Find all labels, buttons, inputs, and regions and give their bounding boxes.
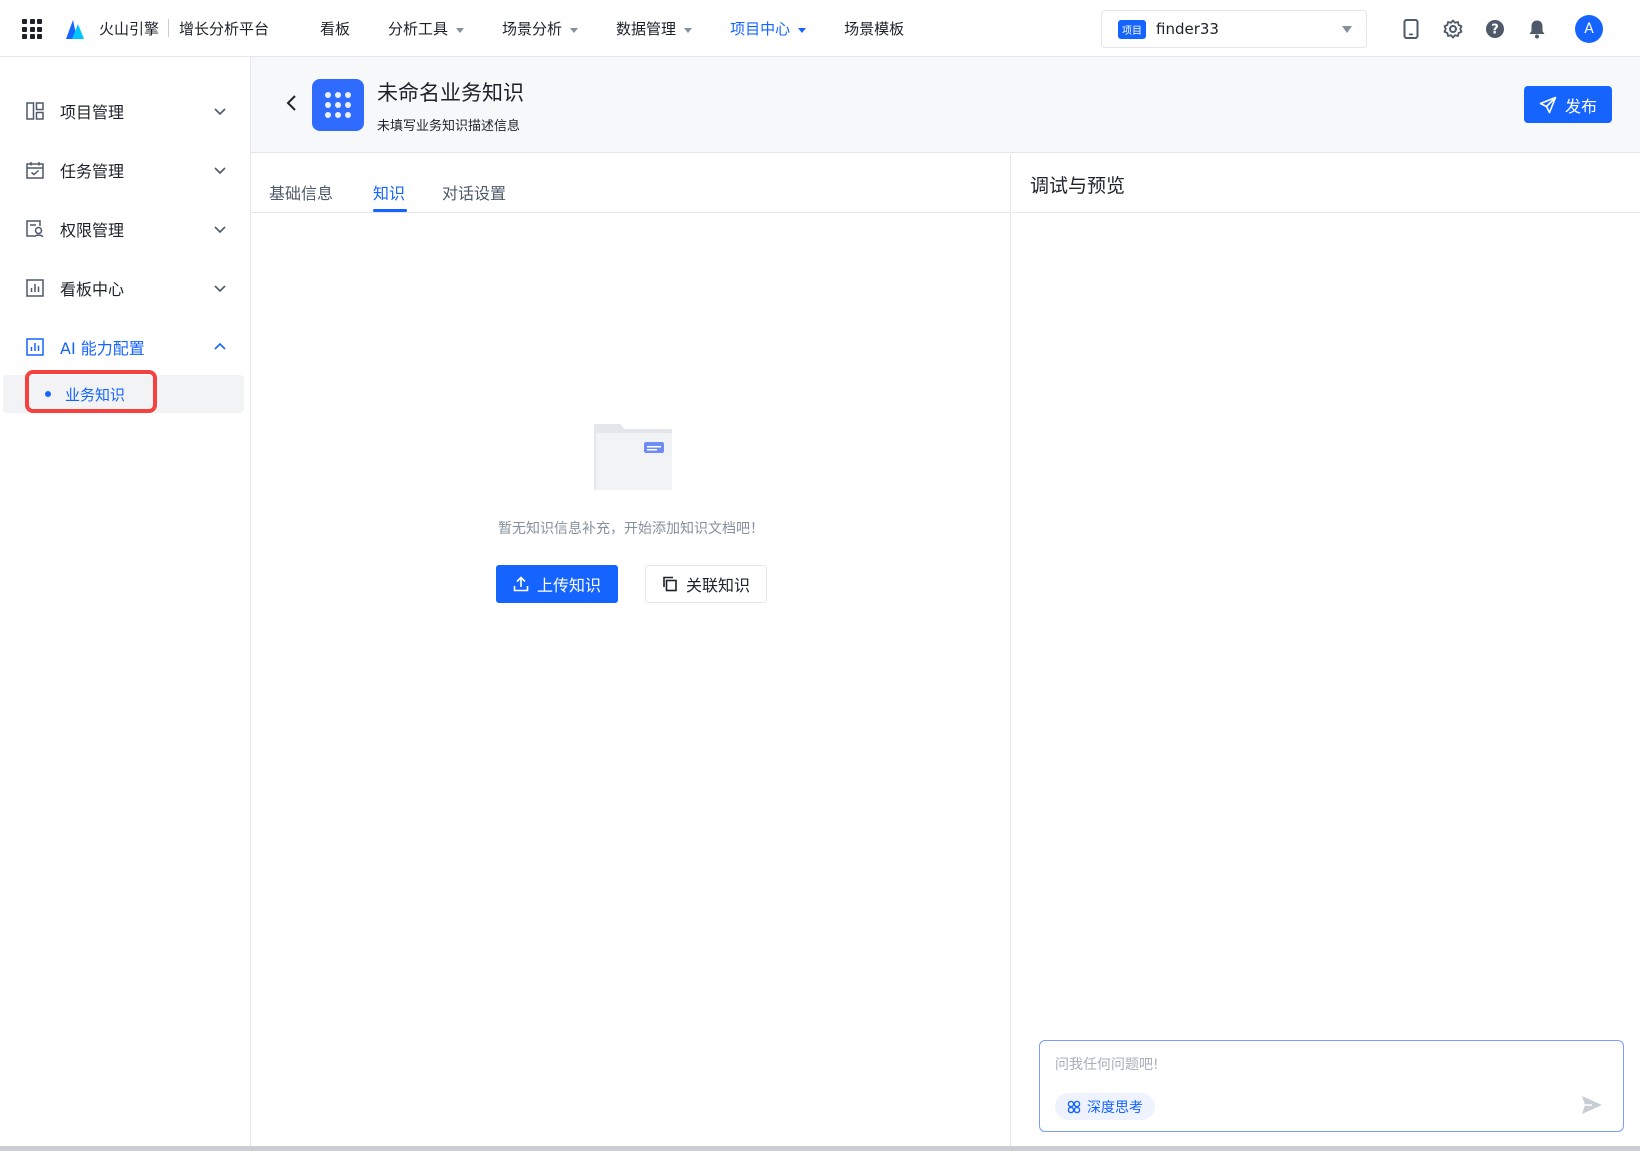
calendar-icon	[25, 161, 44, 180]
chart-icon	[25, 279, 44, 298]
page-description: 未填写业务知识描述信息	[377, 119, 521, 134]
volcano-logo	[66, 20, 84, 39]
layout-icon	[25, 102, 44, 121]
nav-analysis-tools[interactable]: 分析工具	[388, 18, 465, 39]
deep-think-label: 深度思考	[1087, 1099, 1143, 1116]
apps-grid-icon[interactable]	[22, 19, 42, 39]
knowledge-app-icon	[312, 79, 364, 131]
nav-scene-analysis[interactable]: 场景分析	[502, 18, 579, 39]
page-header: 未命名业务知识 未填写业务知识描述信息 发布	[251, 57, 1640, 153]
debug-preview-pane: 调试与预览 深度思考	[1012, 154, 1640, 1146]
empty-folder-icon	[594, 424, 672, 490]
chevron-down-icon	[214, 108, 226, 116]
copy-icon	[663, 576, 677, 592]
user-avatar[interactable]: A	[1575, 15, 1603, 43]
chevron-up-icon	[214, 342, 226, 350]
chat-composer: 深度思考	[1039, 1040, 1624, 1132]
nav-scene-templates[interactable]: 场景模板	[844, 18, 904, 39]
back-arrow-icon[interactable]	[282, 93, 302, 113]
tab-bar: 基础信息 知识 对话设置	[251, 154, 1011, 213]
chevron-down-icon	[214, 167, 226, 175]
preview-title: 调试与预览	[1030, 175, 1126, 197]
caret-down-icon	[570, 27, 579, 33]
preview-header: 调试与预览	[1012, 154, 1640, 213]
mobile-icon[interactable]	[1400, 18, 1422, 40]
sidebar-item-dashboard-center[interactable]: 看板中心	[0, 268, 250, 308]
tab-basic-info[interactable]: 基础信息	[269, 180, 333, 204]
nav-data-management[interactable]: 数据管理	[616, 18, 693, 39]
caret-down-icon	[684, 27, 693, 33]
top-bar: 火山引擎 增长分析平台 看板 分析工具 场景分析 数据管理 项目中心 场景模板 …	[0, 0, 1640, 57]
caret-down-icon	[1342, 25, 1352, 33]
tab-dialog-settings[interactable]: 对话设置	[442, 180, 506, 204]
sidebar-item-project-management[interactable]: 项目管理	[0, 91, 250, 131]
brand-divider	[168, 19, 169, 37]
highlight-annotation	[25, 370, 157, 413]
upload-icon	[513, 576, 529, 592]
page-title: 未命名业务知识	[377, 81, 524, 105]
caret-down-icon	[456, 27, 465, 33]
publish-button-label: 发布	[1564, 96, 1597, 116]
active-tab-indicator	[373, 209, 407, 212]
deep-think-toggle[interactable]: 深度思考	[1055, 1093, 1155, 1120]
publish-button[interactable]: 发布	[1524, 86, 1612, 123]
project-selector[interactable]: 项目 finder33	[1101, 10, 1367, 48]
tab-knowledge[interactable]: 知识	[373, 180, 405, 204]
main-nav: 看板 分析工具 场景分析 数据管理 项目中心 场景模板	[320, 0, 942, 57]
nav-dashboard[interactable]: 看板	[320, 18, 350, 39]
project-badge: 项目	[1118, 19, 1146, 39]
sidebar-item-permission-management[interactable]: 权限管理	[0, 209, 250, 249]
window-bottom-edge	[0, 1146, 1640, 1151]
send-icon	[1539, 96, 1557, 113]
send-message-icon[interactable]	[1580, 1093, 1604, 1117]
brand-name[interactable]: 火山引擎	[99, 18, 159, 39]
empty-state-text: 暂无知识信息补充，开始添加知识文档吧！	[498, 521, 764, 537]
project-name: finder33	[1156, 20, 1219, 38]
ai-chart-icon	[25, 338, 44, 357]
link-knowledge-button[interactable]: 关联知识	[645, 565, 767, 603]
help-icon[interactable]: ?	[1484, 18, 1506, 40]
platform-name[interactable]: 增长分析平台	[179, 18, 269, 39]
upload-knowledge-button[interactable]: 上传知识	[496, 565, 618, 603]
bell-icon[interactable]	[1526, 18, 1548, 40]
sidebar-item-ai-config[interactable]: AI 能力配置	[0, 327, 250, 367]
nav-project-center[interactable]: 项目中心	[730, 18, 807, 39]
gear-icon[interactable]	[1442, 18, 1464, 40]
chevron-down-icon	[214, 226, 226, 234]
deep-think-icon	[1067, 1100, 1081, 1113]
sidebar-item-task-management[interactable]: 任务管理	[0, 150, 250, 190]
knowledge-pane: 基础信息 知识 对话设置 暂无知识信息补充，开始添加知识文档吧！ 上传知识 关联…	[251, 154, 1011, 1146]
upload-knowledge-label: 上传知识	[536, 576, 601, 595]
chat-input[interactable]	[1055, 1053, 1605, 1077]
caret-down-icon	[798, 27, 807, 33]
user-search-icon	[25, 220, 44, 239]
sidebar: 项目管理 任务管理 权限管理 看板中心 AI 能力配置 业务知识	[0, 57, 251, 1151]
svg-text:?: ?	[1491, 23, 1499, 38]
chevron-down-icon	[214, 285, 226, 293]
link-knowledge-label: 关联知识	[685, 576, 750, 595]
